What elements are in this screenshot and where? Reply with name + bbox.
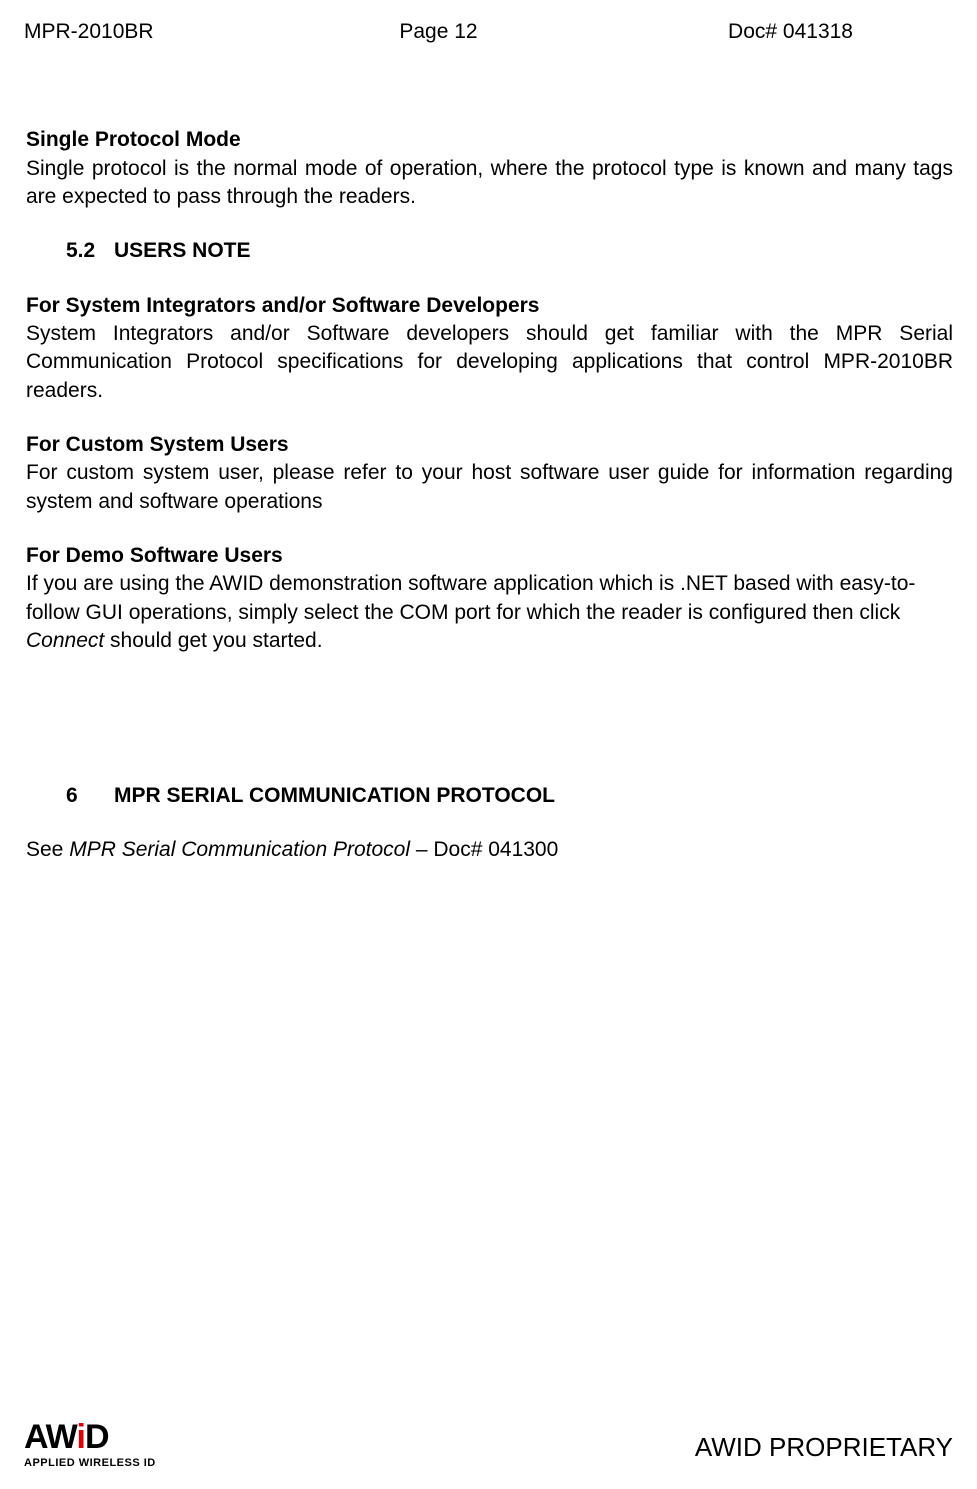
page-header: MPR-2010BR Page 12 Doc# 041318 [24,18,953,46]
header-model: MPR-2010BR [24,18,300,46]
footer-proprietary: AWID PROPRIETARY [695,1430,953,1471]
awid-logo: AWiD APPLIED WIRELESS ID [24,1420,156,1471]
heading-custom-system-users: For Custom System Users [26,431,953,459]
page-footer: AWiD APPLIED WIRELESS ID AWID PROPRIETAR… [24,1420,953,1471]
heading-system-integrators: For System Integrators and/or Software D… [26,292,953,320]
section-title: USERS NOTE [114,239,251,262]
paragraph-demo-software-users: If you are using the AWID demonstration … [26,570,953,655]
paragraph-system-integrators: System Integrators and/or Software devel… [26,320,953,405]
document-body: Single Protocol Mode Single protocol is … [24,126,953,864]
header-doc: Doc# 041318 [577,18,953,46]
paragraph-see-reference: See MPR Serial Communication Protocol – … [26,836,953,864]
logo-i-icon: i [76,1418,84,1456]
demo-text-connect: Connect [26,629,104,652]
section-number: 5.2 [66,237,114,265]
demo-text-pre: If you are using the AWID demonstration … [26,572,915,623]
section-number: 6 [66,782,114,810]
see-text-italic: MPR Serial Communication Protocol [69,838,410,861]
heading-single-protocol-mode: Single Protocol Mode [26,126,953,154]
logo-subtitle: APPLIED WIRELESS ID [24,1456,156,1471]
paragraph-single-protocol: Single protocol is the normal mode of op… [26,155,953,212]
section-5-2-heading: 5.2USERS NOTE [66,237,953,265]
see-text-pre: See [26,838,69,861]
section-title: MPR SERIAL COMMUNICATION PROTOCOL [114,784,555,807]
see-text-post: – Doc# 041300 [410,838,558,861]
section-6-heading: 6MPR SERIAL COMMUNICATION PROTOCOL [66,782,953,810]
demo-text-post: should get you started. [104,629,322,652]
logo-text: AWiD [24,1420,109,1454]
logo-pre: AW [24,1418,76,1456]
heading-demo-software-users: For Demo Software Users [26,542,953,570]
paragraph-custom-system-users: For custom system user, please refer to … [26,459,953,516]
logo-post: D [85,1418,109,1456]
header-page: Page 12 [300,18,576,46]
